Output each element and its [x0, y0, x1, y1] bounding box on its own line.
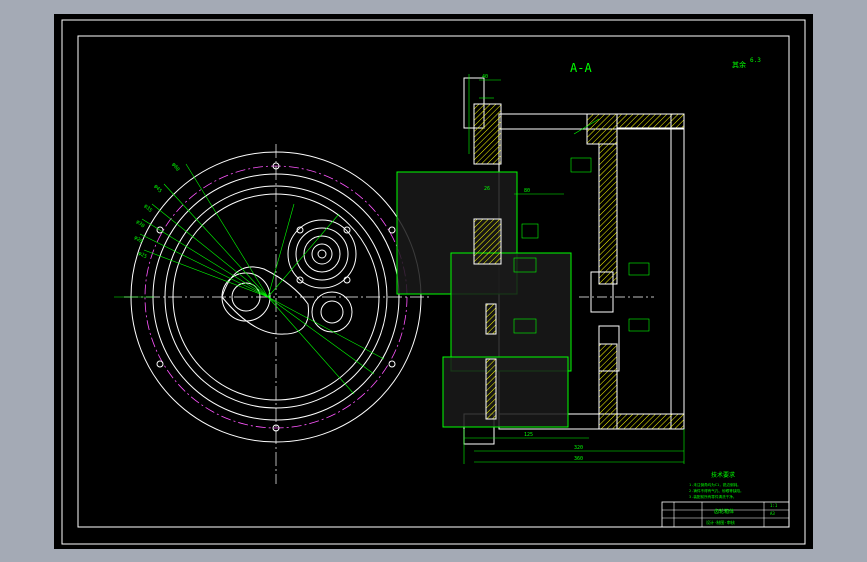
section-view: A-A 其余 6.3 40 125 320 360 80 26 — [396, 57, 761, 464]
notes-title: 技术要求 — [711, 471, 735, 479]
dim-125: 125 — [524, 432, 533, 438]
dim-phi-35: φ35 — [143, 203, 154, 214]
selection-box-3 — [442, 356, 569, 428]
dim-320: 320 — [574, 445, 583, 451]
dim-phi-28: φ28 — [133, 235, 144, 245]
dim-80: 80 — [524, 188, 530, 194]
dim-40: 40 — [482, 74, 488, 80]
dim-26: 26 — [484, 186, 490, 192]
surface-note: 其余 — [732, 60, 746, 69]
title-sheet: A3 — [770, 511, 775, 516]
title-block: 齿轮箱体 1:1 A3 设计·制图·审核 — [661, 501, 790, 528]
dim-360: 360 — [574, 456, 583, 462]
selection-box-2 — [450, 252, 572, 372]
note-2: 2.铸件不得有气孔、砂眼等缺陷。 — [689, 488, 744, 493]
title-name: 齿轮箱体 — [714, 508, 734, 515]
cad-viewport[interactable]: φ60 φ45 φ35 φ30 φ28 φ25 A-A 其余 6.3 40 12… — [0, 0, 867, 562]
drawing-canvas[interactable]: φ60 φ45 φ35 φ30 φ28 φ25 A-A 其余 6.3 40 12… — [54, 14, 813, 549]
notes-block: 技术要求 1.未注倒角均为C1，锐边倒钝。 2.铸件不得有气孔、砂眼等缺陷。 3… — [689, 471, 744, 499]
title-scale: 1:1 — [770, 503, 778, 508]
dim-phi-25: φ25 — [137, 251, 148, 261]
roughness-value: 6.3 — [750, 57, 761, 64]
note-1: 1.未注倒角均为C1，锐边倒钝。 — [689, 482, 741, 487]
plan-view: φ60 φ45 φ35 φ30 φ28 φ25 — [114, 144, 429, 484]
dim-phi-45: φ45 — [152, 183, 162, 194]
note-3: 3.装配前所有零件清洗干净。 — [689, 494, 736, 499]
drawing-svg: φ60 φ45 φ35 φ30 φ28 φ25 A-A 其余 6.3 40 12… — [61, 19, 806, 545]
section-label: A-A — [570, 61, 592, 75]
title-code: 设计·制图·审核 — [706, 519, 735, 525]
dim-phi-60: φ60 — [170, 162, 180, 173]
